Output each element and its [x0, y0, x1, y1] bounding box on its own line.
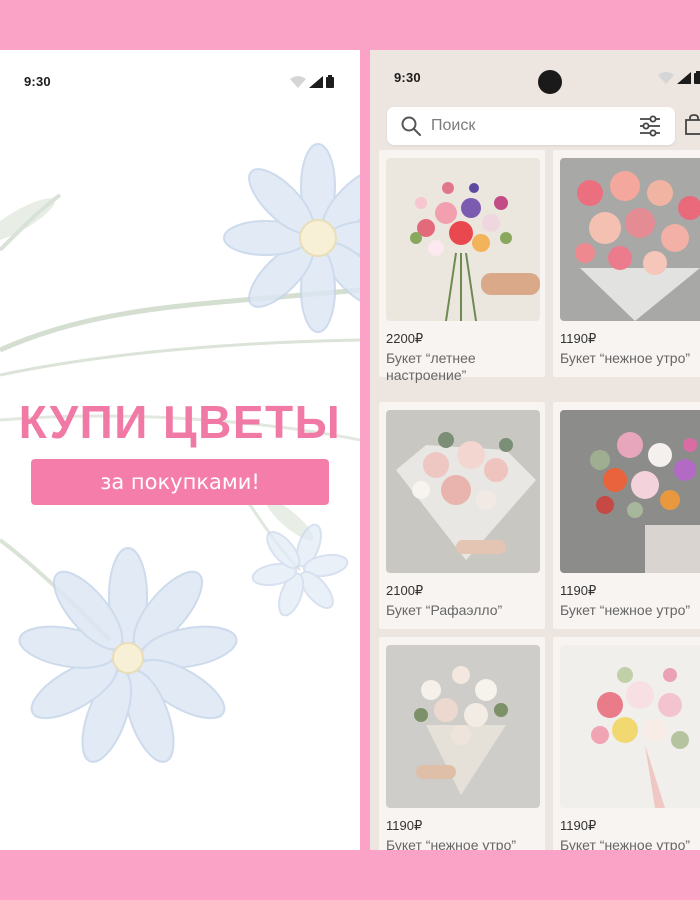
- sliders-icon[interactable]: [639, 115, 661, 137]
- signal-icon: [677, 71, 691, 84]
- product-card[interactable]: 1190₽ Букет “нежное утро”: [553, 637, 700, 850]
- catalog-screen: 9:30 Поиск 2200₽ Букет “летнее настроени…: [370, 50, 700, 850]
- search-icon[interactable]: [401, 116, 421, 136]
- product-name: Букет “нежное утро”: [386, 837, 517, 850]
- product-name: Букет “Рафаэлло”: [386, 602, 503, 618]
- wifi-icon: [290, 75, 306, 88]
- search-input[interactable]: Поиск: [431, 117, 475, 135]
- battery-icon: [694, 71, 700, 84]
- bouquet-photo: [386, 410, 540, 573]
- status-time: 9:30: [394, 70, 421, 85]
- shop-now-button[interactable]: за покупками!: [31, 459, 329, 505]
- product-price: 1190₽: [560, 331, 597, 346]
- product-price: 1190₽: [560, 583, 597, 598]
- bouquet-photo: [386, 645, 540, 808]
- bouquet-photo: [560, 645, 700, 808]
- product-name: Букет “нежное утро”: [560, 837, 691, 850]
- status-time: 9:30: [24, 74, 51, 89]
- product-card[interactable]: 1190₽ Букет “нежное утро”: [553, 402, 700, 629]
- wifi-icon: [658, 71, 674, 84]
- search-bar[interactable]: Поиск: [387, 107, 675, 145]
- bouquet-photo: [560, 410, 700, 573]
- product-card[interactable]: 1190₽ Букет “нежное утро”: [553, 150, 700, 377]
- product-name: Букет “нежное утро”: [560, 350, 691, 366]
- bouquet-photo: [386, 158, 540, 321]
- status-icons: [658, 71, 700, 84]
- product-name: Букет “летнее настроение”: [386, 350, 476, 383]
- shopping-bag-icon[interactable]: [684, 114, 700, 136]
- status-icons: [290, 75, 334, 88]
- daisy-illustration: [0, 143, 360, 763]
- product-price: 1190₽: [386, 818, 423, 833]
- product-card[interactable]: 2100₽ Букет “Рафаэлло”: [379, 402, 545, 629]
- signal-icon: [309, 75, 323, 88]
- promo-title: КУПИ ЦВЕТЫ: [18, 396, 342, 448]
- product-card[interactable]: 2200₽ Букет “летнее настроение”: [379, 150, 545, 383]
- product-card[interactable]: 1190₽ Букет “нежное утро”: [379, 637, 545, 850]
- product-name: Букет “нежное утро”: [560, 602, 691, 618]
- product-price: 1190₽: [560, 818, 597, 833]
- product-price: 2100₽: [386, 583, 424, 598]
- product-price: 2200₽: [386, 331, 424, 346]
- camera-cutout: [538, 70, 562, 94]
- promo-screen: 9:30 КУПИ ЦВЕТЫ за покупками!: [0, 50, 360, 850]
- bouquet-photo: [560, 158, 700, 321]
- battery-icon: [326, 75, 334, 88]
